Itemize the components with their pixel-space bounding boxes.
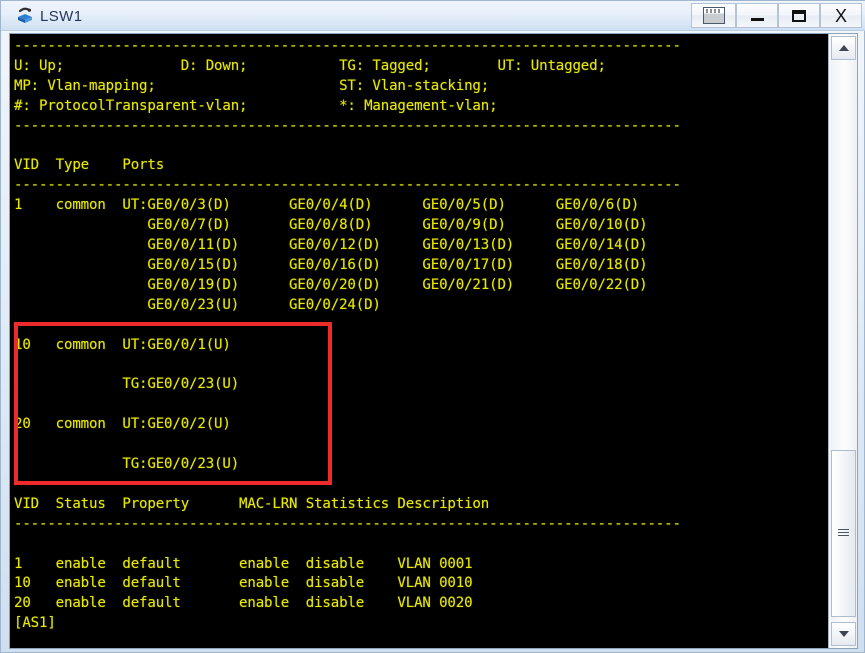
terminal-panel: ----------------------------------------… xyxy=(9,33,858,649)
close-button[interactable]: X xyxy=(820,3,862,28)
switch-icon xyxy=(15,6,35,26)
scrollbar-grip-icon xyxy=(838,529,849,538)
minimize-icon xyxy=(750,18,764,21)
terminal-output-area[interactable]: ----------------------------------------… xyxy=(12,34,827,646)
close-icon: X xyxy=(834,5,847,26)
scroll-down-arrow-icon xyxy=(838,631,849,637)
maximize-button[interactable] xyxy=(778,3,820,28)
window-titlebar[interactable]: LSW1 X xyxy=(1,1,865,31)
minimize-button[interactable] xyxy=(736,3,778,28)
scrollbar-thumb[interactable] xyxy=(831,450,856,617)
scroll-down-button[interactable] xyxy=(831,622,856,646)
scroll-up-button[interactable] xyxy=(831,36,856,60)
window-title-group: LSW1 xyxy=(15,4,82,28)
window-title: LSW1 xyxy=(40,7,83,25)
desktop-icon xyxy=(702,7,725,24)
scroll-up-arrow-icon xyxy=(838,45,849,51)
vertical-scrollbar[interactable] xyxy=(828,34,857,648)
terminal-text: ----------------------------------------… xyxy=(14,38,681,632)
restore-desktop-button[interactable] xyxy=(691,3,736,28)
terminal-window: LSW1 X ---------------------------------… xyxy=(0,0,865,653)
maximize-icon xyxy=(792,9,806,22)
